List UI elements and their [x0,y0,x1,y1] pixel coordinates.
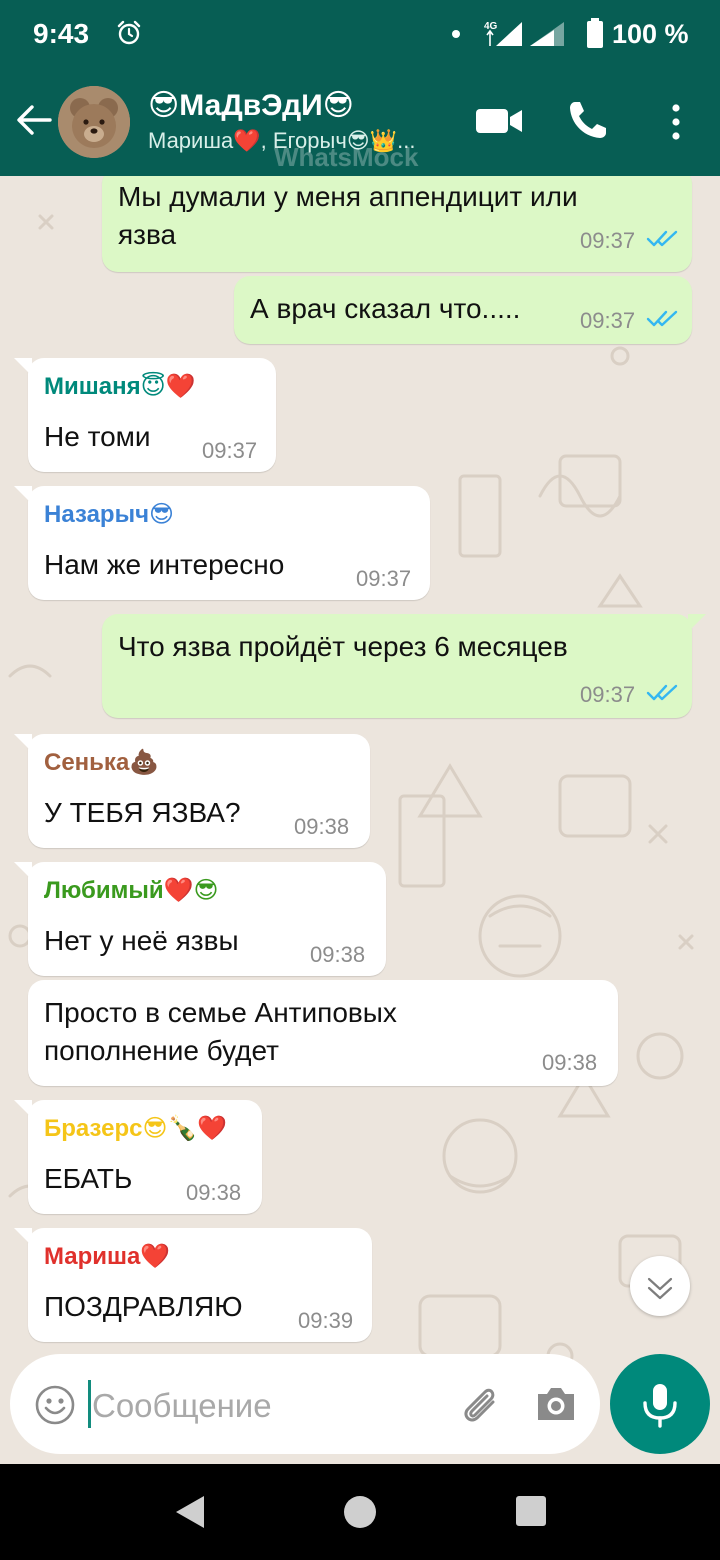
message-input[interactable] [92,1382,452,1430]
back-arrow-icon[interactable] [14,100,54,140]
message-text: ПОЗДРАВЛЯЮ [44,1291,243,1322]
chat-header: 😎МаДвЭдИ😎 Мариша❤️, Егорыч😎👑... WhatsMoc… [0,68,720,176]
signal-icon: 4G [484,21,564,46]
system-navigation-bar [0,1464,720,1560]
message-text: пополнение будет [44,1035,279,1066]
paperclip-icon[interactable] [456,1382,504,1430]
message-text: Мы думали у меня аппендицит или [118,181,578,212]
group-avatar[interactable] [58,86,130,158]
microphone-button[interactable] [610,1354,710,1454]
message-time: 09:37 [580,228,636,253]
message-text: Просто в семье Антиповых [44,997,397,1028]
message-text: Что язва пройдёт через 6 месяцев [118,631,568,662]
message-bubble[interactable]: Любимый❤️😎 Нет у неё язвы 09:38 [14,862,386,976]
message-bubble[interactable]: Назарыч😎 Нам же интересно 09:37 [14,486,430,600]
nav-recents-icon[interactable] [516,1496,546,1526]
microphone-icon [643,1384,677,1428]
message-bubble[interactable]: Что язва пройдёт через 6 месяцев 09:37 [102,614,706,718]
message-text: Нет у неё язвы [44,925,239,956]
watermark: WhatsMock [274,142,419,172]
status-bar: 9:43 4G 100 % [0,0,720,68]
message-time: 09:37 [580,308,636,333]
message-bubble[interactable]: Мишаня😇❤️ Не томи 09:37 [14,358,276,472]
message-text: Нам же интересно [44,549,285,580]
sender-name[interactable]: Любимый❤️😎 [44,876,219,905]
message-text: А врач сказал что..... [250,293,521,324]
message-time: 09:38 [542,1050,598,1075]
sender-name[interactable]: Мариша❤️ [44,1242,170,1271]
read-ticks-icon [646,230,678,247]
chat-title[interactable]: 😎МаДвЭдИ😎 [148,88,354,123]
scroll-to-bottom-button[interactable] [630,1256,690,1316]
svg-text:4G: 4G [484,21,498,32]
phone-call-icon[interactable] [566,98,610,142]
message-bubble[interactable]: Сенька💩 У ТЕБЯ ЯЗВА? 09:38 [14,734,370,848]
message-bubble[interactable]: Мариша❤️ ПОЗДРАВЛЯЮ 09:39 [14,1228,372,1342]
message-time: 09:37 [580,682,636,707]
text-caret [88,1380,91,1428]
status-time: 9:43 [33,18,90,49]
message-time: 09:37 [202,438,258,463]
read-ticks-icon [646,684,678,701]
message-bubble[interactable]: А врач сказал что..... 09:37 [234,276,692,344]
more-options-icon[interactable] [666,102,686,142]
message-bubble[interactable]: Бразерс😎🍾❤️ ЕБАТЬ 09:38 [14,1100,262,1214]
notification-dot-icon [452,30,460,38]
battery-icon [587,18,603,48]
nav-home-icon[interactable] [344,1496,376,1528]
sender-name[interactable]: Мишаня😇❤️ [44,372,196,401]
nav-back-icon[interactable] [172,1494,206,1530]
sender-name[interactable]: Сенька💩 [44,748,159,777]
chevron-down-icon [647,1277,673,1300]
battery-percent: 100 % [612,19,689,49]
sender-name[interactable]: Бразерс😎🍾❤️ [44,1114,227,1143]
message-time: 09:38 [186,1180,242,1205]
message-time: 09:38 [310,942,366,967]
message-time: 09:38 [294,814,350,839]
message-bubble[interactable]: Мы думали у меня аппендицит или язва 09:… [102,176,692,272]
sender-name[interactable]: Назарыч😎 [44,500,174,529]
message-time: 09:39 [298,1308,354,1333]
alarm-icon [117,20,141,45]
message-text: ЕБАТЬ [44,1163,133,1194]
message-bubble[interactable]: Просто в семье Антиповых пополнение буде… [28,980,618,1086]
video-call-icon[interactable] [474,104,526,138]
message-text: Не томи [44,421,151,452]
camera-icon[interactable] [534,1384,578,1424]
message-text: язва [118,219,177,250]
message-time: 09:37 [356,566,412,591]
message-composer[interactable] [10,1354,600,1454]
message-text: У ТЕБЯ ЯЗВА? [44,797,241,828]
teddy-bear-image [58,86,130,158]
emoji-icon[interactable] [34,1384,76,1426]
read-ticks-icon [646,310,678,327]
chat-area[interactable]: Мы думали у меня аппендицит или язва 09:… [0,176,720,1464]
